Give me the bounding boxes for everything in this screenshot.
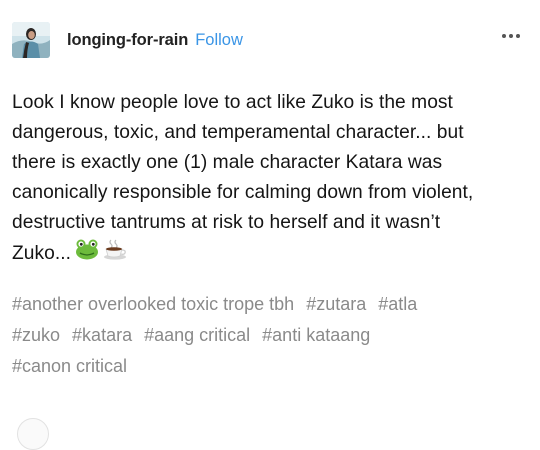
tag-link[interactable]: #zutara: [306, 294, 366, 314]
avatar-image: [12, 22, 50, 58]
coffee-emoji-icon: [103, 238, 127, 270]
post-body: Look I know people love to act like Zuko…: [12, 88, 528, 270]
body-line: there is exactly one (1) male character …: [12, 152, 443, 173]
body-line: Look I know people love to act like Zuko…: [12, 92, 453, 113]
body-line: canonically responsible for calming down…: [12, 182, 474, 203]
post-tags: #another overlooked toxic trope tbh #zuta…: [12, 289, 528, 382]
tag-link[interactable]: #anti kataang: [262, 325, 370, 345]
tumblr-post: longing-for-rain Follow Look I know peop…: [0, 0, 540, 450]
tag-link[interactable]: #katara: [72, 325, 132, 345]
body-line: Zuko...: [12, 243, 71, 265]
post-header: longing-for-rain Follow: [12, 22, 524, 58]
tag-row: #canon critical: [12, 351, 528, 382]
more-options-icon[interactable]: [502, 34, 520, 38]
more-dot-icon: [516, 34, 520, 38]
body-line: dangerous, toxic, and temperamental char…: [12, 122, 464, 143]
post-username[interactable]: longing-for-rain: [67, 31, 188, 50]
tag-link[interactable]: #aang critical: [144, 325, 250, 345]
body-line: destructive tantrums at risk to herself …: [12, 212, 441, 233]
tag-link[interactable]: #atla: [378, 294, 417, 314]
tag-link[interactable]: #another overlooked toxic trope tbh: [12, 294, 294, 314]
tag-link[interactable]: #canon critical: [12, 356, 127, 376]
tag-row: #zuko #katara #aang critical #anti kataang: [12, 320, 528, 351]
user-avatar[interactable]: [12, 22, 50, 58]
tag-row: #another overlooked toxic trope tbh #zuta…: [12, 289, 528, 320]
follow-button[interactable]: Follow: [195, 31, 243, 50]
body-last-line: Zuko...: [12, 238, 528, 270]
more-dot-icon: [509, 34, 513, 38]
reblog-avatar[interactable]: [17, 418, 49, 450]
tag-link[interactable]: #zuko: [12, 325, 60, 345]
frog-emoji-icon: [75, 238, 99, 270]
more-dot-icon: [502, 34, 506, 38]
